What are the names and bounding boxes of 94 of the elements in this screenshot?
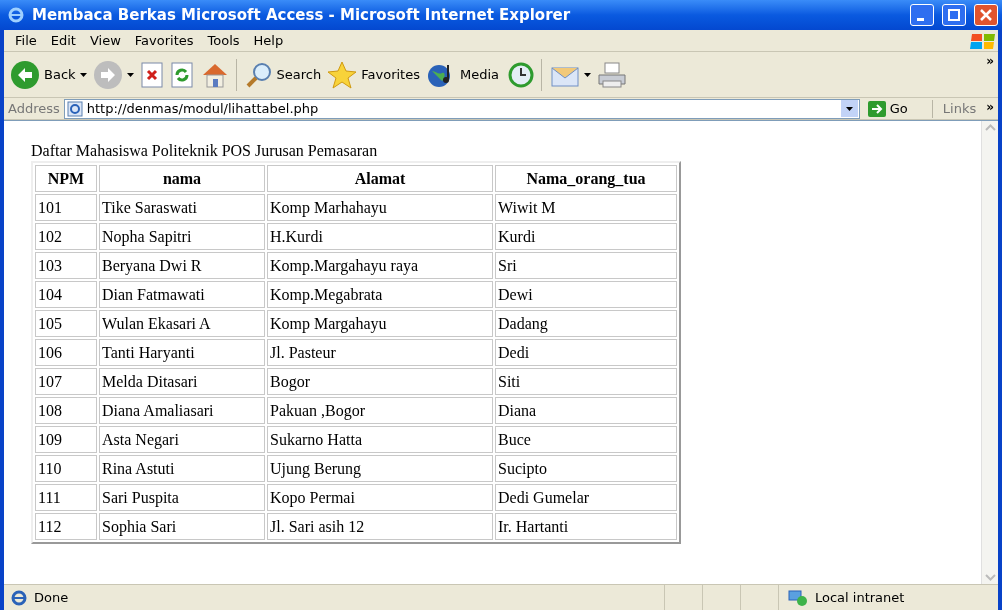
- table-cell: Komp.Margahayu raya: [267, 252, 493, 279]
- table-cell: Wiwit M: [495, 194, 677, 221]
- close-icon: [980, 9, 992, 21]
- status-text: Done: [34, 588, 70, 607]
- table-cell: Sucipto: [495, 455, 677, 482]
- table-cell: 103: [35, 252, 97, 279]
- table-cell: Ir. Hartanti: [495, 513, 677, 540]
- address-value: http://denmas/modul/lihattabel.php: [86, 99, 320, 118]
- table-cell: 102: [35, 223, 97, 250]
- table-cell: 110: [35, 455, 97, 482]
- menu-item[interactable]: Favorites: [127, 30, 201, 51]
- browser-logo-icon: [8, 7, 24, 23]
- table-cell: Dadang: [495, 310, 677, 337]
- caret-icon[interactable]: [584, 72, 591, 77]
- table-cell: Tanti Haryanti: [99, 339, 265, 366]
- table-cell: Bogor: [267, 368, 493, 395]
- column-header: Alamat: [267, 165, 493, 192]
- dropdown-button[interactable]: [840, 100, 858, 117]
- menu-item[interactable]: View: [82, 30, 128, 51]
- table-cell: Beryana Dwi R: [99, 252, 265, 279]
- toolbar-chevron[interactable]: »: [986, 52, 998, 70]
- table-cell: Diana Amaliasari: [99, 397, 265, 424]
- table-cell: 101: [35, 194, 97, 221]
- minimize-button[interactable]: [910, 4, 934, 26]
- menu-item[interactable]: File: [8, 30, 44, 51]
- table-cell: Komp Margahayu: [267, 310, 493, 337]
- stop-icon[interactable]: [139, 61, 164, 88]
- table-cell: Asta Negari: [99, 426, 265, 453]
- table-cell: Dedi: [495, 339, 677, 366]
- page-icon: [66, 100, 83, 117]
- toolbar-label[interactable]: Media: [459, 64, 499, 85]
- table-cell: Rina Astuti: [99, 455, 265, 482]
- table-cell: Jl. Sari asih 12: [267, 513, 493, 540]
- star-icon[interactable]: [327, 60, 358, 89]
- toolbar-label[interactable]: Search: [276, 64, 322, 85]
- table-cell: Pakuan ,Bogor: [267, 397, 493, 424]
- table-cell: Melda Ditasari: [99, 368, 265, 395]
- toolbar-label[interactable]: Favorites: [361, 64, 420, 85]
- toolbar-label[interactable]: Back: [44, 64, 76, 85]
- table-cell: Kopo Permai: [267, 484, 493, 511]
- printer-icon[interactable]: [597, 60, 627, 89]
- table-cell: Jl. Pasteur: [267, 339, 493, 366]
- table-cell: 107: [35, 368, 97, 395]
- table-cell: Sophia Sari: [99, 513, 265, 540]
- address-field[interactable]: http://denmas/modul/lihattabel.php: [63, 98, 860, 119]
- table-cell: Buce: [495, 426, 677, 453]
- table-cell: Sukarno Hatta: [267, 426, 493, 453]
- table-cell: Kurdi: [495, 223, 677, 250]
- table-cell: 105: [35, 310, 97, 337]
- address-label: Address: [8, 99, 60, 118]
- table-cell: 109: [35, 426, 97, 453]
- table-cell: Sari Puspita: [99, 484, 265, 511]
- menu-item[interactable]: Edit: [43, 30, 83, 51]
- links-label[interactable]: Links: [936, 98, 983, 119]
- arrow-icon: [867, 100, 886, 117]
- maximize-button[interactable]: [942, 4, 966, 26]
- table-cell: Tike Saraswati: [99, 194, 265, 221]
- links-chevron[interactable]: »: [986, 98, 998, 116]
- table-cell: Dedi Gumelar: [495, 484, 677, 511]
- menu-item[interactable]: Tools: [200, 30, 247, 51]
- close-button[interactable]: [974, 4, 998, 26]
- table-cell: 106: [35, 339, 97, 366]
- table-cell: 111: [35, 484, 97, 511]
- table-cell: Ujung Berung: [267, 455, 493, 482]
- caret-icon[interactable]: [845, 106, 853, 111]
- caret-icon[interactable]: [79, 72, 87, 77]
- window-title: Membaca Berkas Microsoft Access - Microsoft Internet Explorer: [32, 4, 572, 26]
- network-icon: [787, 589, 809, 606]
- caret-icon[interactable]: [126, 72, 134, 77]
- column-header: NPM: [35, 165, 97, 192]
- refresh-icon[interactable]: [169, 61, 194, 88]
- table-cell: Nopha Sapitri: [99, 223, 265, 250]
- table-cell: Sri: [495, 252, 677, 279]
- zone-text: Local intranet: [815, 588, 905, 607]
- table-cell: Wulan Ekasari A: [99, 310, 265, 337]
- go-button[interactable]: Go: [863, 98, 912, 119]
- table-cell: Komp.Megabrata: [267, 281, 493, 308]
- table-cell: Dewi: [495, 281, 677, 308]
- table-cell: H.Kurdi: [267, 223, 493, 250]
- table-cell: Dian Fatmawati: [99, 281, 265, 308]
- table-cell: Diana: [495, 397, 677, 424]
- maximize-icon: [948, 9, 960, 21]
- column-header: nama: [99, 165, 265, 192]
- table-cell: Siti: [495, 368, 677, 395]
- table-cell: Komp Marhahayu: [267, 194, 493, 221]
- page-heading: Daftar Mahasiswa Politeknik POS Jurusan Pemasaran: [31, 141, 379, 161]
- minimize-icon: [917, 17, 924, 21]
- page-icon: [10, 589, 28, 606]
- table-cell: 108: [35, 397, 97, 424]
- table-cell: 112: [35, 513, 97, 540]
- column-header: Nama_orang_tua: [495, 165, 677, 192]
- menu-item[interactable]: Help: [246, 30, 291, 51]
- table-cell: 104: [35, 281, 97, 308]
- search-icon[interactable]: [244, 60, 273, 89]
